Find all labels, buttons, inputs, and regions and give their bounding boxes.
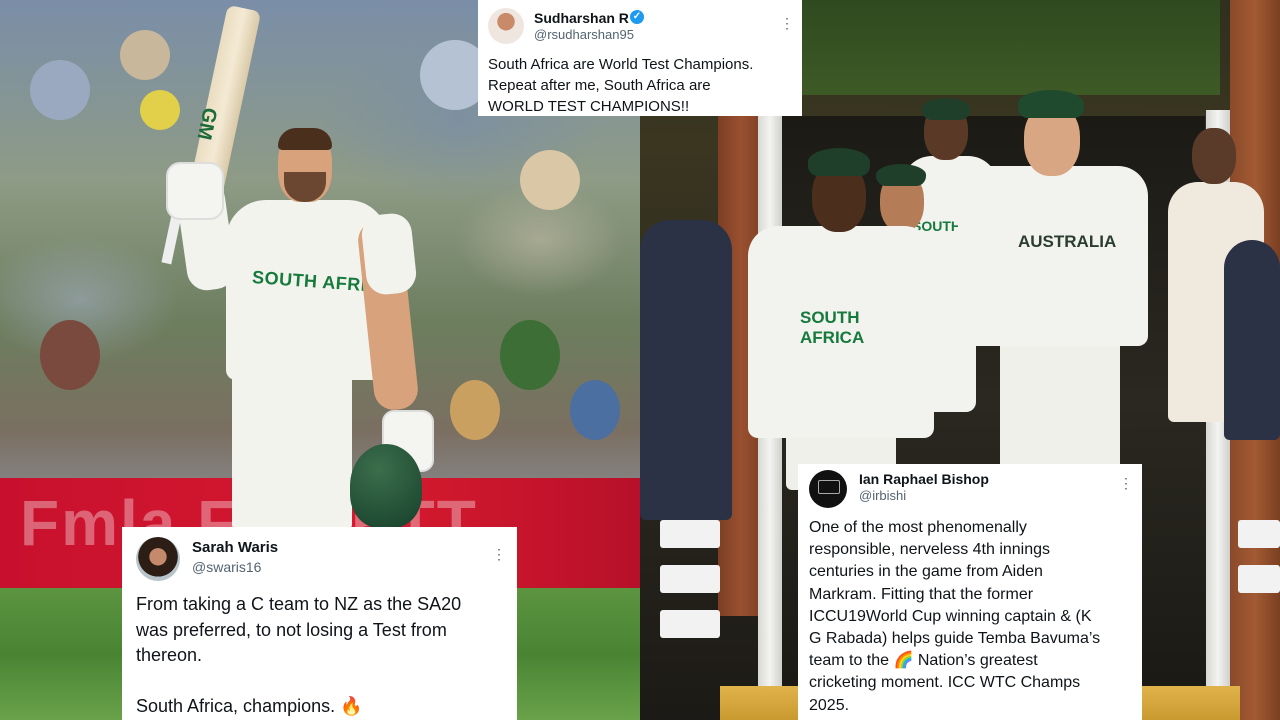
player-hair: [278, 128, 332, 150]
chair: [660, 610, 720, 638]
avatar[interactable]: [809, 470, 847, 508]
trousers: [1000, 340, 1120, 470]
tweet-author-handle[interactable]: @irbishi: [859, 488, 906, 503]
tweet-card-ian[interactable]: Ian Raphael Bishop @irbishi ⋮ One of the…: [798, 464, 1142, 720]
avatar-mark: [818, 480, 840, 494]
jersey-text: AUSTRALIA: [1018, 232, 1117, 251]
crowd-blur: [520, 150, 580, 210]
jersey-sleeve: [359, 211, 419, 297]
cap: [922, 98, 970, 120]
verified-badge-icon: ✓: [630, 10, 644, 24]
cap: [808, 148, 870, 176]
more-options-icon[interactable]: ⋮: [1119, 476, 1133, 490]
tweet-author-name[interactable]: Ian Raphael Bishop: [859, 471, 989, 487]
avatar[interactable]: [136, 537, 180, 581]
more-options-icon[interactable]: ⋮: [780, 16, 794, 30]
tweet-author-handle[interactable]: @swaris16: [192, 559, 261, 575]
chair: [1238, 520, 1280, 548]
tweet-text: South Africa are World Test Champions. R…: [488, 56, 754, 115]
tweet-card-sudharshan[interactable]: Sudharshan R ✓ @rsudharshan95 ⋮ South Af…: [478, 0, 802, 116]
chair: [1238, 565, 1280, 593]
crowd-blur: [450, 380, 500, 440]
member-figure: [1224, 240, 1280, 440]
tweet-author-handle[interactable]: @rsudharshan95: [534, 27, 634, 42]
crowd-blur: [500, 320, 560, 390]
chair: [660, 565, 720, 593]
trousers: [232, 372, 352, 532]
tweet-author-name[interactable]: Sudharshan R: [534, 10, 629, 26]
chair: [660, 520, 720, 548]
crowd-blur: [40, 320, 100, 390]
more-options-icon[interactable]: ⋮: [492, 547, 506, 561]
member-head: [1192, 128, 1236, 184]
tweet-card-sarah[interactable]: Sarah Waris @swaris16 ⋮ From taking a C …: [122, 527, 517, 720]
jersey: [958, 166, 1148, 346]
crowd-blur: [570, 380, 620, 440]
jersey-text: SOUTH AFRICA: [800, 308, 865, 347]
helmet: [350, 444, 422, 528]
cap: [1018, 90, 1084, 118]
crowd-blur: [30, 60, 90, 120]
avatar[interactable]: [488, 8, 524, 44]
official-figure: [640, 220, 732, 520]
batting-glove: [166, 162, 224, 220]
tweet-text: One of the most phenomenally responsible…: [809, 519, 1101, 714]
ivy-foliage: [800, 0, 1220, 95]
tweet-text: From taking a C team to NZ as the SA20 w…: [136, 594, 462, 716]
tweet-author-name[interactable]: Sarah Waris: [192, 539, 278, 556]
cap: [876, 164, 926, 186]
